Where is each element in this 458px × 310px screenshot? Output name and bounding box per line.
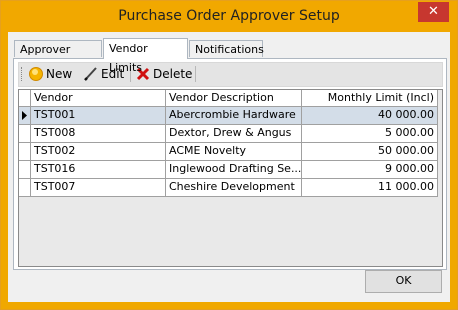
description-cell[interactable]: Dextor, Drew & Angus	[166, 125, 302, 143]
vendor-limits-grid[interactable]: Vendor Vendor Description Monthly Limit …	[18, 89, 443, 267]
new-item-icon	[29, 67, 43, 81]
table-row[interactable]: TST008 Dextor, Drew & Angus 5 000.00	[19, 125, 438, 143]
description-cell[interactable]: Cheshire Development	[166, 179, 302, 197]
toolbar: New Edit Delete	[18, 62, 443, 87]
dialog-body: Approver Limits Vendor Limits Notificati…	[8, 32, 450, 302]
title-bar[interactable]: Purchase Order Approver Setup ✕	[1, 1, 457, 32]
description-cell[interactable]: ACME Novelty	[166, 143, 302, 161]
window-title: Purchase Order Approver Setup	[118, 8, 340, 24]
description-cell[interactable]: Abercrombie Hardware	[166, 107, 302, 125]
row-header-corner	[19, 90, 31, 107]
vendor-cell[interactable]: TST002	[31, 143, 166, 161]
column-header-vendor[interactable]: Vendor	[31, 90, 166, 107]
monthly-limit-cell[interactable]: 5 000.00	[302, 125, 438, 143]
toolbar-grip[interactable]	[21, 67, 25, 81]
monthly-limit-cell[interactable]: 40 000.00	[302, 107, 438, 125]
window: Purchase Order Approver Setup ✕ Approver…	[0, 0, 458, 310]
row-header[interactable]	[19, 161, 31, 179]
pencil-icon	[84, 67, 97, 81]
toolbar-separator	[195, 66, 196, 82]
row-header[interactable]	[19, 179, 31, 197]
tab-vendor-limits[interactable]: Vendor Limits	[103, 38, 188, 74]
grid-header: Vendor Vendor Description Monthly Limit …	[19, 90, 438, 107]
row-header[interactable]	[19, 143, 31, 161]
vendor-cell[interactable]: TST007	[31, 179, 166, 197]
delete-button[interactable]: Delete	[135, 64, 193, 84]
tab-notifications[interactable]: Notifications	[189, 40, 264, 57]
close-button[interactable]: ✕	[418, 2, 449, 22]
row-header[interactable]	[19, 125, 31, 143]
tab-approver-limits[interactable]: Approver Limits	[14, 40, 102, 73]
table-row[interactable]: TST001 Abercrombie Hardware 40 000.00	[19, 107, 438, 125]
table-row[interactable]: TST016 Inglewood Drafting Se... 9 000.00	[19, 161, 438, 179]
table-row[interactable]: TST002 ACME Novelty 50 000.00	[19, 143, 438, 161]
description-cell[interactable]: Inglewood Drafting Se...	[166, 161, 302, 179]
new-button[interactable]: New	[28, 64, 78, 84]
vendor-cell[interactable]: TST001	[31, 107, 166, 125]
monthly-limit-cell[interactable]: 9 000.00	[302, 161, 438, 179]
current-row-indicator-icon	[19, 107, 31, 125]
monthly-limit-cell[interactable]: 11 000.00	[302, 179, 438, 197]
column-header-monthly-limit[interactable]: Monthly Limit (Incl)	[302, 90, 438, 107]
ok-button[interactable]: OK	[365, 270, 442, 293]
table-row[interactable]: TST007 Cheshire Development 11 000.00	[19, 179, 438, 197]
monthly-limit-cell[interactable]: 50 000.00	[302, 143, 438, 161]
new-label: New	[46, 67, 73, 81]
vendor-cell[interactable]: TST016	[31, 161, 166, 179]
vendor-cell[interactable]: TST008	[31, 125, 166, 143]
delete-label: Delete	[153, 67, 193, 81]
vendor-limits-panel: New Edit Delete	[13, 58, 447, 270]
column-header-description[interactable]: Vendor Description	[166, 90, 302, 107]
